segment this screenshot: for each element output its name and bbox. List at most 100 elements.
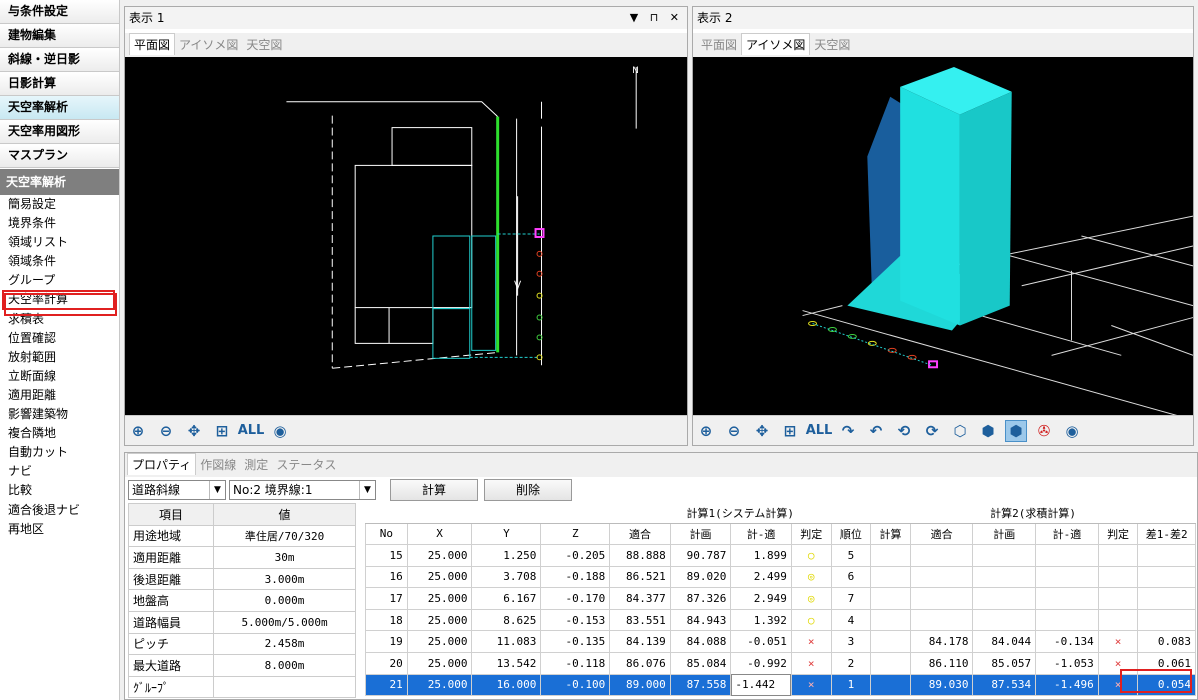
calc-button[interactable]: 計算: [390, 479, 478, 501]
view1-tab-0[interactable]: 平面図: [129, 33, 176, 55]
sidebar-item-9[interactable]: 立断面線: [0, 367, 119, 386]
nav-button-4[interactable]: 天空率解析: [0, 96, 119, 120]
sidebar-item-12[interactable]: 複合隣地: [0, 424, 119, 443]
nav-button-2[interactable]: 斜線・逆日影: [0, 48, 119, 72]
bottom-tab-1[interactable]: 作図線: [196, 454, 240, 476]
zoom-window-icon[interactable]: ⊞: [211, 420, 233, 442]
eye-icon[interactable]: ◉: [269, 420, 291, 442]
grid-cell[interactable]: -1.442: [730, 673, 792, 697]
bottom-tab-0[interactable]: プロパティ: [127, 453, 197, 475]
chevron-down-icon[interactable]: ▼: [209, 481, 225, 499]
grid-cell: 86.110: [909, 652, 974, 675]
grid-cell: ×: [1097, 673, 1139, 697]
shaded-cube-icon[interactable]: ⬢: [1005, 419, 1027, 442]
bottom-tab-2[interactable]: 測定: [240, 454, 272, 476]
grid-cell: [972, 565, 1037, 589]
zoom-in-icon[interactable]: ⊕: [695, 420, 717, 442]
sidebar-item-13[interactable]: 自動カット: [0, 443, 119, 462]
grid-cell: ○: [790, 608, 832, 632]
sidebar-item-10[interactable]: 適用距離: [0, 386, 119, 405]
nav-button-3[interactable]: 日影計算: [0, 72, 119, 96]
chevron-down-icon[interactable]: ▼: [359, 481, 375, 499]
sidebar-item-14[interactable]: ナビ: [0, 462, 119, 481]
zoom-all-button[interactable]: ALL: [238, 420, 265, 442]
props-value[interactable]: 30m: [213, 546, 356, 569]
grid-cell: 6: [830, 565, 872, 589]
props-key: ピッチ: [127, 632, 215, 656]
view2-tabs: 平面図 アイソメ図 天空図: [693, 33, 1193, 57]
view1-window-buttons[interactable]: ▼ ⊓ ✕: [630, 7, 683, 29]
category-select[interactable]: 道路斜線 ▼: [128, 480, 226, 500]
zoom-window-icon[interactable]: ⊞: [779, 420, 801, 442]
rotate-right-icon[interactable]: ↶: [865, 420, 887, 442]
props-value[interactable]: 5.000m/5.000m: [213, 610, 356, 634]
isometric-view-canvas[interactable]: [693, 57, 1193, 415]
view2-tab-0[interactable]: 平面図: [697, 34, 741, 56]
eye-icon[interactable]: ◉: [1061, 420, 1083, 442]
sidebar-item-2[interactable]: 領域リスト: [0, 233, 119, 252]
nav-button-6[interactable]: マスプラン: [0, 144, 119, 168]
props-value[interactable]: [213, 675, 356, 699]
grid-cell: 11.083: [471, 630, 542, 654]
view2-tab-2[interactable]: 天空図: [810, 34, 854, 56]
props-value[interactable]: 2.458m: [213, 632, 356, 656]
props-value[interactable]: 準住居/70/320: [213, 524, 356, 548]
zoom-in-icon[interactable]: ⊕: [127, 420, 149, 442]
table-row[interactable]: 17 25.000 6.167 -0.170 84.377 87.326 2.949 ◎ 7: [365, 587, 1196, 610]
grid-cell: 84.943: [669, 608, 732, 632]
grid-cell: 8.625: [471, 608, 542, 632]
sidebar-item-16[interactable]: 適合後退ナビ: [0, 501, 119, 520]
table-row[interactable]: 16 25.000 3.708 -0.188 86.521 89.020 2.499 ◎ 6: [365, 565, 1196, 589]
sidebar-item-0[interactable]: 簡易設定: [0, 195, 119, 214]
zoom-out-icon[interactable]: ⊖: [155, 420, 177, 442]
grid-cell: ×: [790, 652, 832, 675]
props-value[interactable]: 3.000m: [213, 567, 356, 591]
orbit-icon[interactable]: ✇: [1033, 420, 1055, 442]
sidebar-item-1[interactable]: 境界条件: [0, 214, 119, 233]
table-row[interactable]: 20 25.000 13.542 -0.118 86.076 85.084 -0.992 × 2…: [365, 652, 1196, 675]
table-row[interactable]: 15 25.000 1.250 -0.205 88.888 90.787 1.899 ○ 5: [365, 544, 1196, 567]
grid-cell: 25.000: [406, 652, 473, 675]
rotate-down-icon[interactable]: ⟳: [921, 420, 943, 442]
view2-tab-1[interactable]: アイソメ図: [741, 33, 811, 55]
grid-cell: [1035, 544, 1099, 567]
zoom-all-button[interactable]: ALL: [806, 420, 833, 442]
wireframe-cube-icon[interactable]: ⬡: [949, 420, 971, 442]
sidebar-item-3[interactable]: 領域条件: [0, 252, 119, 271]
nav-button-0[interactable]: 与条件設定: [0, 0, 119, 24]
view2-title: 表示 2: [693, 7, 1193, 29]
nav-button-1[interactable]: 建物編集: [0, 24, 119, 48]
view1-tab-2[interactable]: 天空図: [242, 34, 286, 56]
sidebar-item-8[interactable]: 放射範囲: [0, 348, 119, 367]
pan-icon[interactable]: ✥: [183, 420, 205, 442]
sidebar-item-17[interactable]: 再地区: [0, 520, 119, 539]
grid-cell: 2.499: [730, 565, 792, 589]
rotate-left-icon[interactable]: ↷: [837, 420, 859, 442]
props-value[interactable]: 0.000m: [213, 589, 356, 612]
props-value[interactable]: 8.000m: [213, 654, 356, 677]
delete-button[interactable]: 削除: [484, 479, 572, 501]
grid-cell: [1137, 544, 1196, 567]
table-row[interactable]: 21 25.000 16.000 -0.100 89.000 87.558 -1.442 × 1…: [365, 673, 1196, 697]
table-row[interactable]: 19 25.000 11.083 -0.135 84.139 84.088 -0.051 × 3…: [365, 630, 1196, 654]
sidebar-item-6[interactable]: 求積表: [0, 310, 119, 329]
sidebar-item-15[interactable]: 比較: [0, 481, 119, 500]
sidebar-item-5[interactable]: 天空率計算: [2, 290, 115, 310]
sidebar-item-11[interactable]: 影響建築物: [0, 405, 119, 424]
hidden-line-cube-icon[interactable]: ⬢: [977, 420, 999, 442]
plan-view-canvas[interactable]: N: [125, 57, 687, 415]
grid-cell: 25.000: [406, 630, 473, 654]
zoom-out-icon[interactable]: ⊖: [723, 420, 745, 442]
sidebar-item-4[interactable]: グループ: [0, 271, 119, 290]
bottom-tab-3[interactable]: ステータス: [272, 454, 340, 476]
rotate-up-icon[interactable]: ⟲: [893, 420, 915, 442]
grid-header-4: 適合: [609, 522, 671, 546]
view1-tab-1[interactable]: アイソメ図: [175, 34, 242, 56]
boundary-select[interactable]: No:2 境界線:1 ▼: [229, 480, 376, 500]
table-row[interactable]: 18 25.000 8.625 -0.153 83.551 84.943 1.392 ○ 4: [365, 608, 1196, 632]
grid-cell: 25.000: [406, 673, 473, 697]
sidebar-item-7[interactable]: 位置確認: [0, 329, 119, 348]
grid-cell: 25.000: [406, 608, 473, 632]
nav-button-5[interactable]: 天空率用図形: [0, 120, 119, 144]
pan-icon[interactable]: ✥: [751, 420, 773, 442]
